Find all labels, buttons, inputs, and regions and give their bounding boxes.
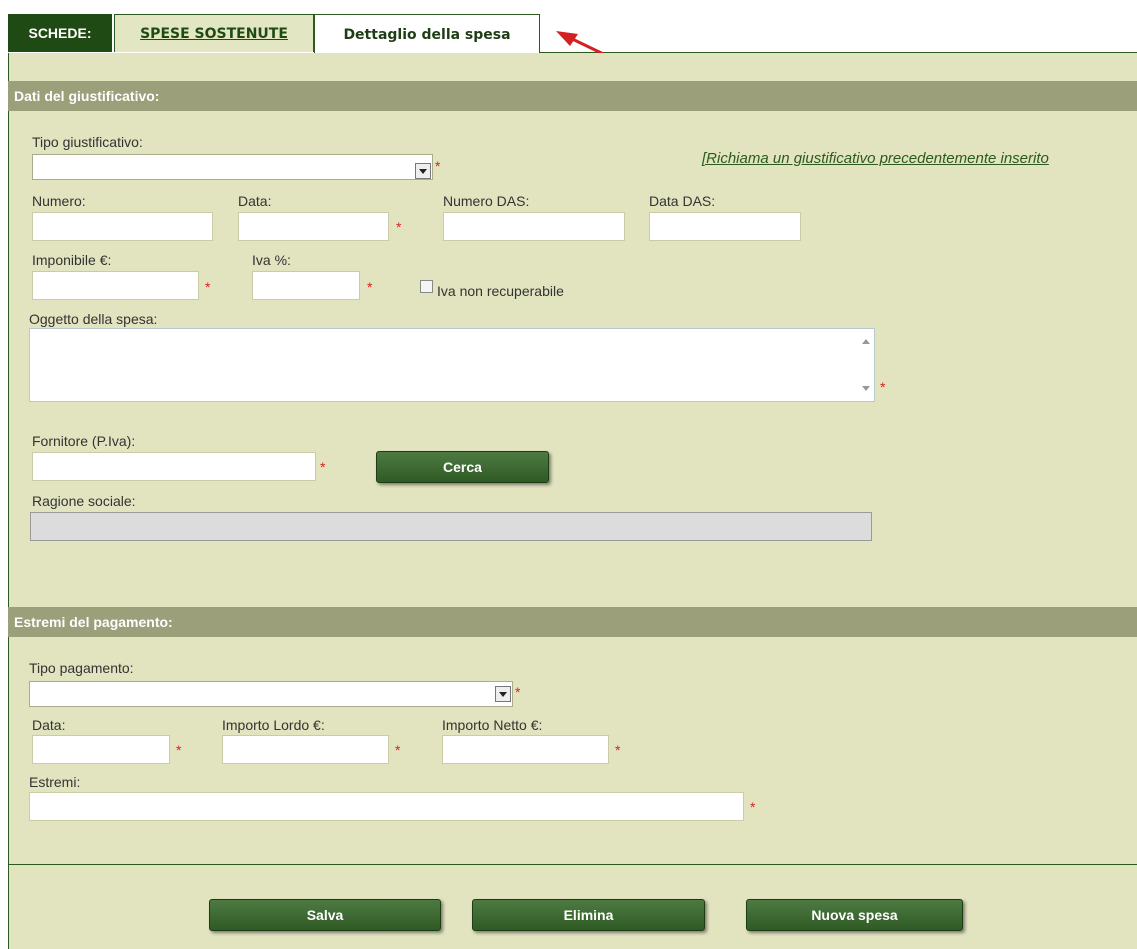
- estremi-label: Estremi:: [29, 774, 81, 790]
- required-marker: *: [367, 279, 373, 295]
- tab-spese-sostenute[interactable]: SPESE SOSTENUTE: [114, 14, 314, 52]
- estremi-input[interactable]: [29, 792, 744, 821]
- tipo-giustificativo-label: Tipo giustificativo:: [32, 134, 143, 150]
- data-label: Data:: [238, 193, 272, 209]
- numero-das-input[interactable]: [443, 212, 625, 241]
- section-header-payment: Estremi del pagamento:: [8, 607, 1137, 637]
- fornitore-input[interactable]: [32, 452, 316, 481]
- required-marker: *: [205, 279, 211, 295]
- tab-dettaglio-spesa[interactable]: Dettaglio della spesa: [314, 14, 540, 54]
- tipo-pagamento-label: Tipo pagamento:: [29, 660, 134, 676]
- iva-input[interactable]: [252, 271, 360, 300]
- recall-justification-link[interactable]: [Richiama un giustificativo precedenteme…: [702, 150, 1049, 167]
- required-marker: *: [320, 459, 326, 475]
- importo-lordo-label: Importo Lordo €:: [222, 717, 325, 733]
- numero-label: Numero:: [32, 193, 86, 209]
- tipo-pagamento-select[interactable]: [29, 681, 513, 707]
- actions-divider: [8, 864, 1137, 865]
- imponibile-label: Imponibile €:: [32, 252, 112, 268]
- fornitore-label: Fornitore (P.Iva):: [32, 433, 136, 449]
- iva-non-recuperabile-checkbox[interactable]: [420, 280, 433, 293]
- oggetto-label: Oggetto della spesa:: [29, 311, 158, 327]
- data-input[interactable]: [238, 212, 389, 241]
- iva-non-recuperabile-label: Iva non recuperabile: [437, 283, 564, 299]
- save-button[interactable]: Salva: [209, 899, 441, 931]
- required-marker: *: [750, 799, 756, 815]
- numero-das-label: Numero DAS:: [443, 193, 530, 209]
- pagamento-data-input[interactable]: [32, 735, 170, 764]
- cerca-button[interactable]: Cerca: [376, 451, 549, 483]
- importo-lordo-input[interactable]: [222, 735, 389, 764]
- required-marker: *: [435, 158, 441, 174]
- oggetto-textarea[interactable]: [29, 328, 875, 402]
- ragione-sociale-label: Ragione sociale:: [32, 493, 136, 509]
- iva-label: Iva %:: [252, 252, 291, 268]
- data-das-label: Data DAS:: [649, 193, 716, 209]
- imponibile-input[interactable]: [32, 271, 199, 300]
- tipo-giustificativo-select[interactable]: [32, 154, 433, 180]
- numero-input[interactable]: [32, 212, 213, 241]
- scroll-down-icon[interactable]: [862, 386, 870, 391]
- delete-button[interactable]: Elimina: [472, 899, 705, 931]
- new-expense-button[interactable]: Nuova spesa: [746, 899, 963, 931]
- required-marker: *: [176, 742, 182, 758]
- tabs-label: SCHEDE:: [8, 14, 112, 52]
- ragione-sociale-input: [30, 512, 872, 541]
- section-header-justification: Dati del giustificativo:: [8, 81, 1137, 111]
- importo-netto-input[interactable]: [442, 735, 609, 764]
- importo-netto-label: Importo Netto €:: [442, 717, 543, 733]
- required-marker: *: [395, 742, 401, 758]
- pagamento-data-label: Data:: [32, 717, 66, 733]
- chevron-down-icon[interactable]: [495, 686, 511, 702]
- required-marker: *: [396, 219, 402, 235]
- chevron-down-icon[interactable]: [415, 163, 431, 179]
- required-marker: *: [880, 379, 886, 395]
- required-marker: *: [615, 742, 621, 758]
- required-marker: *: [515, 684, 521, 700]
- scroll-up-icon[interactable]: [862, 339, 870, 344]
- data-das-input[interactable]: [649, 212, 801, 241]
